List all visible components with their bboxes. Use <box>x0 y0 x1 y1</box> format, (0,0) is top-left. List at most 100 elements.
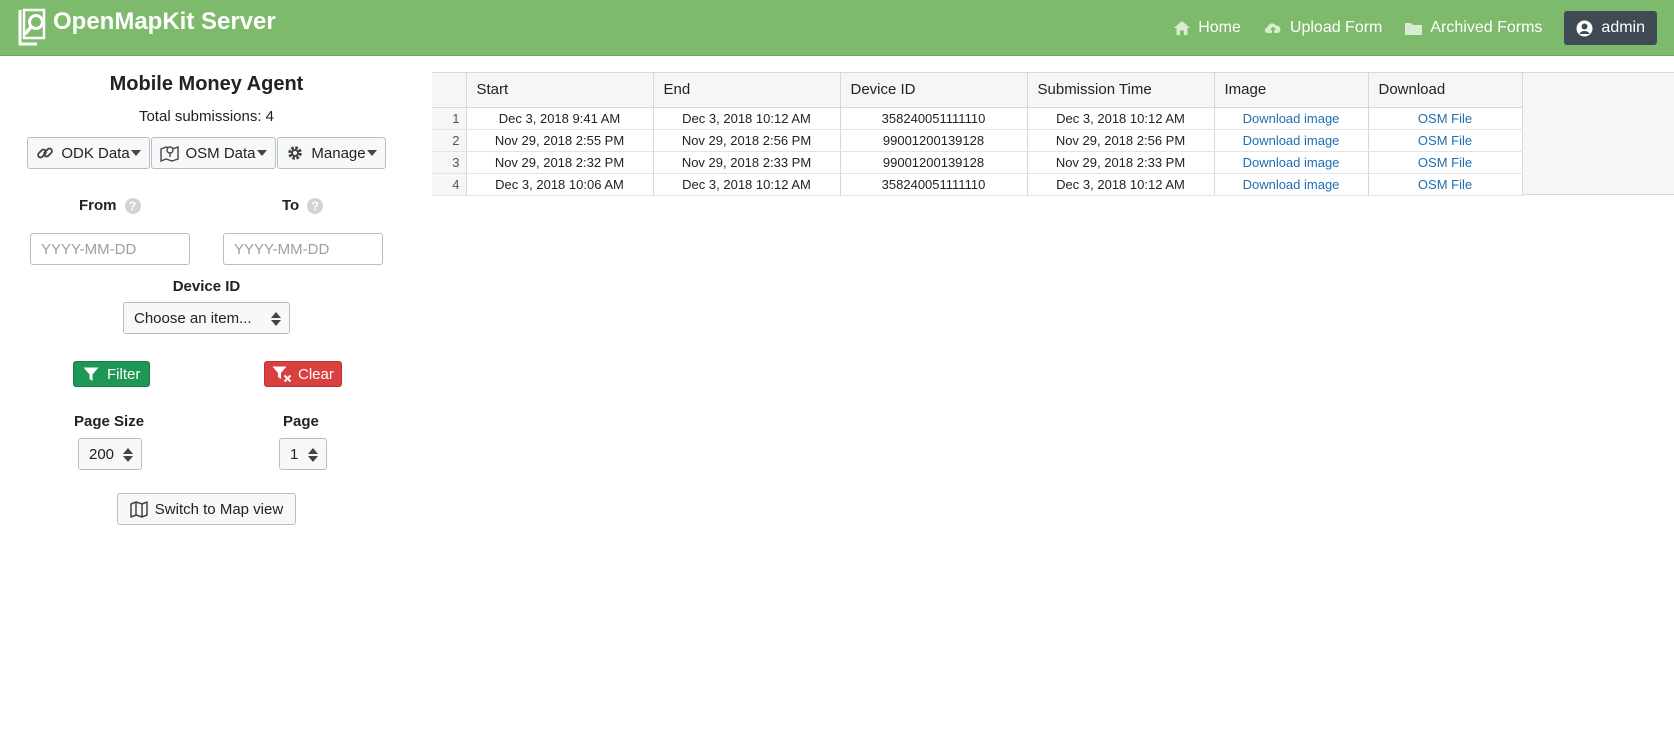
table-row: 4 Dec 3, 2018 10:06 AM Dec 3, 2018 10:12… <box>432 173 1523 196</box>
osm-file-link[interactable]: OSM File <box>1418 111 1472 126</box>
map-icon <box>130 500 148 518</box>
row-number: 2 <box>432 129 467 152</box>
to-date-input[interactable] <box>223 233 383 265</box>
table-row: 3 Nov 29, 2018 2:32 PM Nov 29, 2018 2:33… <box>432 151 1523 174</box>
map-marked-icon <box>160 146 180 162</box>
from-label: From ? <box>79 197 141 214</box>
cell-end: Nov 29, 2018 2:56 PM <box>653 129 841 152</box>
select-arrows-icon <box>271 311 281 327</box>
user-name: admin <box>1601 19 1645 36</box>
question-circle-icon[interactable]: ? <box>307 197 324 214</box>
odk-data-label: ODK Data <box>61 144 130 162</box>
cell-submission-time: Nov 29, 2018 2:56 PM <box>1027 129 1215 152</box>
table-header-row: Start End Device ID Submission Time Imag… <box>432 73 1523 108</box>
cell-download: OSM File <box>1368 173 1523 196</box>
switch-map-view-button[interactable]: Switch to Map view <box>117 493 296 525</box>
submissions-grid: Start End Device ID Submission Time Imag… <box>432 72 1674 196</box>
openmapkit-logo-icon <box>18 8 46 46</box>
nav-archived-forms-link[interactable]: Archived Forms <box>1404 11 1542 45</box>
osm-data-label: OSM Data <box>185 144 256 162</box>
cell-start: Nov 29, 2018 2:55 PM <box>466 129 654 152</box>
gear-icon <box>288 146 303 160</box>
form-title: Mobile Money Agent <box>109 73 304 95</box>
download-image-link[interactable]: Download image <box>1243 155 1340 170</box>
cell-image: Download image <box>1214 173 1369 196</box>
to-label: To ? <box>282 197 324 214</box>
user-menu-button[interactable]: admin <box>1564 11 1657 45</box>
cloud-upload-icon <box>1264 23 1281 34</box>
filter-icon <box>83 367 99 381</box>
page-label: Page <box>283 413 319 430</box>
cell-start: Dec 3, 2018 10:06 AM <box>466 173 654 196</box>
column-header-submission-time[interactable]: Submission Time <box>1027 73 1215 108</box>
to-label-text: To <box>282 197 300 214</box>
row-number: 3 <box>432 151 467 174</box>
column-header-device-id[interactable]: Device ID <box>840 73 1028 108</box>
link-icon <box>37 147 54 159</box>
from-date-input[interactable] <box>30 233 190 265</box>
nav-home-link[interactable]: Home <box>1173 11 1241 45</box>
filter-button[interactable]: Filter <box>73 361 151 387</box>
caret-down-icon <box>256 150 267 156</box>
cell-image: Download image <box>1214 107 1369 130</box>
device-id-select[interactable]: Choose an item... <box>123 302 290 334</box>
home-icon <box>1174 21 1191 35</box>
osm-data-dropdown[interactable]: OSM Data <box>151 137 276 169</box>
page-size-select[interactable]: 200 <box>78 438 142 470</box>
cell-submission-time: Nov 29, 2018 2:33 PM <box>1027 151 1215 174</box>
cell-submission-time: Dec 3, 2018 10:12 AM <box>1027 107 1215 130</box>
column-header-image[interactable]: Image <box>1214 73 1369 108</box>
download-image-link[interactable]: Download image <box>1243 177 1340 192</box>
nav-upload-form-label: Upload Form <box>1289 19 1383 36</box>
nav-archived-forms-label: Archived Forms <box>1430 19 1543 36</box>
download-image-link[interactable]: Download image <box>1243 111 1340 126</box>
folder-icon <box>1405 22 1423 35</box>
row-number-header <box>432 73 467 108</box>
top-navbar: OpenMapKit Server Home Upload Form Archi… <box>0 0 1674 56</box>
filter-clear-icon <box>272 366 292 382</box>
app-title: OpenMapKit Server <box>53 8 276 35</box>
cell-end: Nov 29, 2018 2:33 PM <box>653 151 841 174</box>
column-header-end[interactable]: End <box>653 73 841 108</box>
filter-label: Filter <box>107 365 141 383</box>
nav-upload-form-link[interactable]: Upload Form <box>1263 11 1382 45</box>
switch-map-view-label: Switch to Map view <box>154 500 284 518</box>
column-header-download[interactable]: Download <box>1368 73 1523 108</box>
cell-image: Download image <box>1214 129 1369 152</box>
nav-menu: Home Upload Form Archived Forms admin <box>1173 11 1657 45</box>
filter-sidebar: Mobile Money Agent Total submissions: 4 … <box>0 56 413 753</box>
select-arrows-icon <box>123 447 133 463</box>
cell-download: OSM File <box>1368 151 1523 174</box>
odk-data-dropdown[interactable]: ODK Data <box>27 137 150 169</box>
row-number: 4 <box>432 173 467 196</box>
osm-file-link[interactable]: OSM File <box>1418 133 1472 148</box>
page-select[interactable]: 1 <box>279 438 327 470</box>
osm-file-link[interactable]: OSM File <box>1418 155 1472 170</box>
column-header-start[interactable]: Start <box>466 73 654 108</box>
cell-end: Dec 3, 2018 10:12 AM <box>653 173 841 196</box>
total-submissions: Total submissions: 4 <box>138 108 275 125</box>
nav-home-label: Home <box>1198 19 1241 36</box>
cell-start: Dec 3, 2018 9:41 AM <box>466 107 654 130</box>
table-row: 2 Nov 29, 2018 2:55 PM Nov 29, 2018 2:56… <box>432 129 1523 152</box>
page-size-value: 200 <box>89 445 115 463</box>
cell-download: OSM File <box>1368 129 1523 152</box>
cell-end: Dec 3, 2018 10:12 AM <box>653 107 841 130</box>
download-image-link[interactable]: Download image <box>1243 133 1340 148</box>
select-arrows-icon <box>308 447 318 463</box>
cell-device-id: 99001200139128 <box>840 151 1028 174</box>
device-id-label: Device ID <box>172 278 241 295</box>
brand[interactable]: OpenMapKit Server <box>17 6 276 48</box>
cell-submission-time: Dec 3, 2018 10:12 AM <box>1027 173 1215 196</box>
clear-button[interactable]: Clear <box>264 361 342 387</box>
cell-image: Download image <box>1214 151 1369 174</box>
caret-down-icon <box>130 150 141 156</box>
manage-dropdown[interactable]: Manage <box>277 137 386 169</box>
row-number: 1 <box>432 107 467 130</box>
cell-device-id: 358240051111110 <box>840 107 1028 130</box>
question-circle-icon[interactable]: ? <box>124 197 141 214</box>
osm-file-link[interactable]: OSM File <box>1418 177 1472 192</box>
cell-device-id: 99001200139128 <box>840 129 1028 152</box>
table-row: 1 Dec 3, 2018 9:41 AM Dec 3, 2018 10:12 … <box>432 107 1523 130</box>
from-label-text: From <box>79 197 117 214</box>
